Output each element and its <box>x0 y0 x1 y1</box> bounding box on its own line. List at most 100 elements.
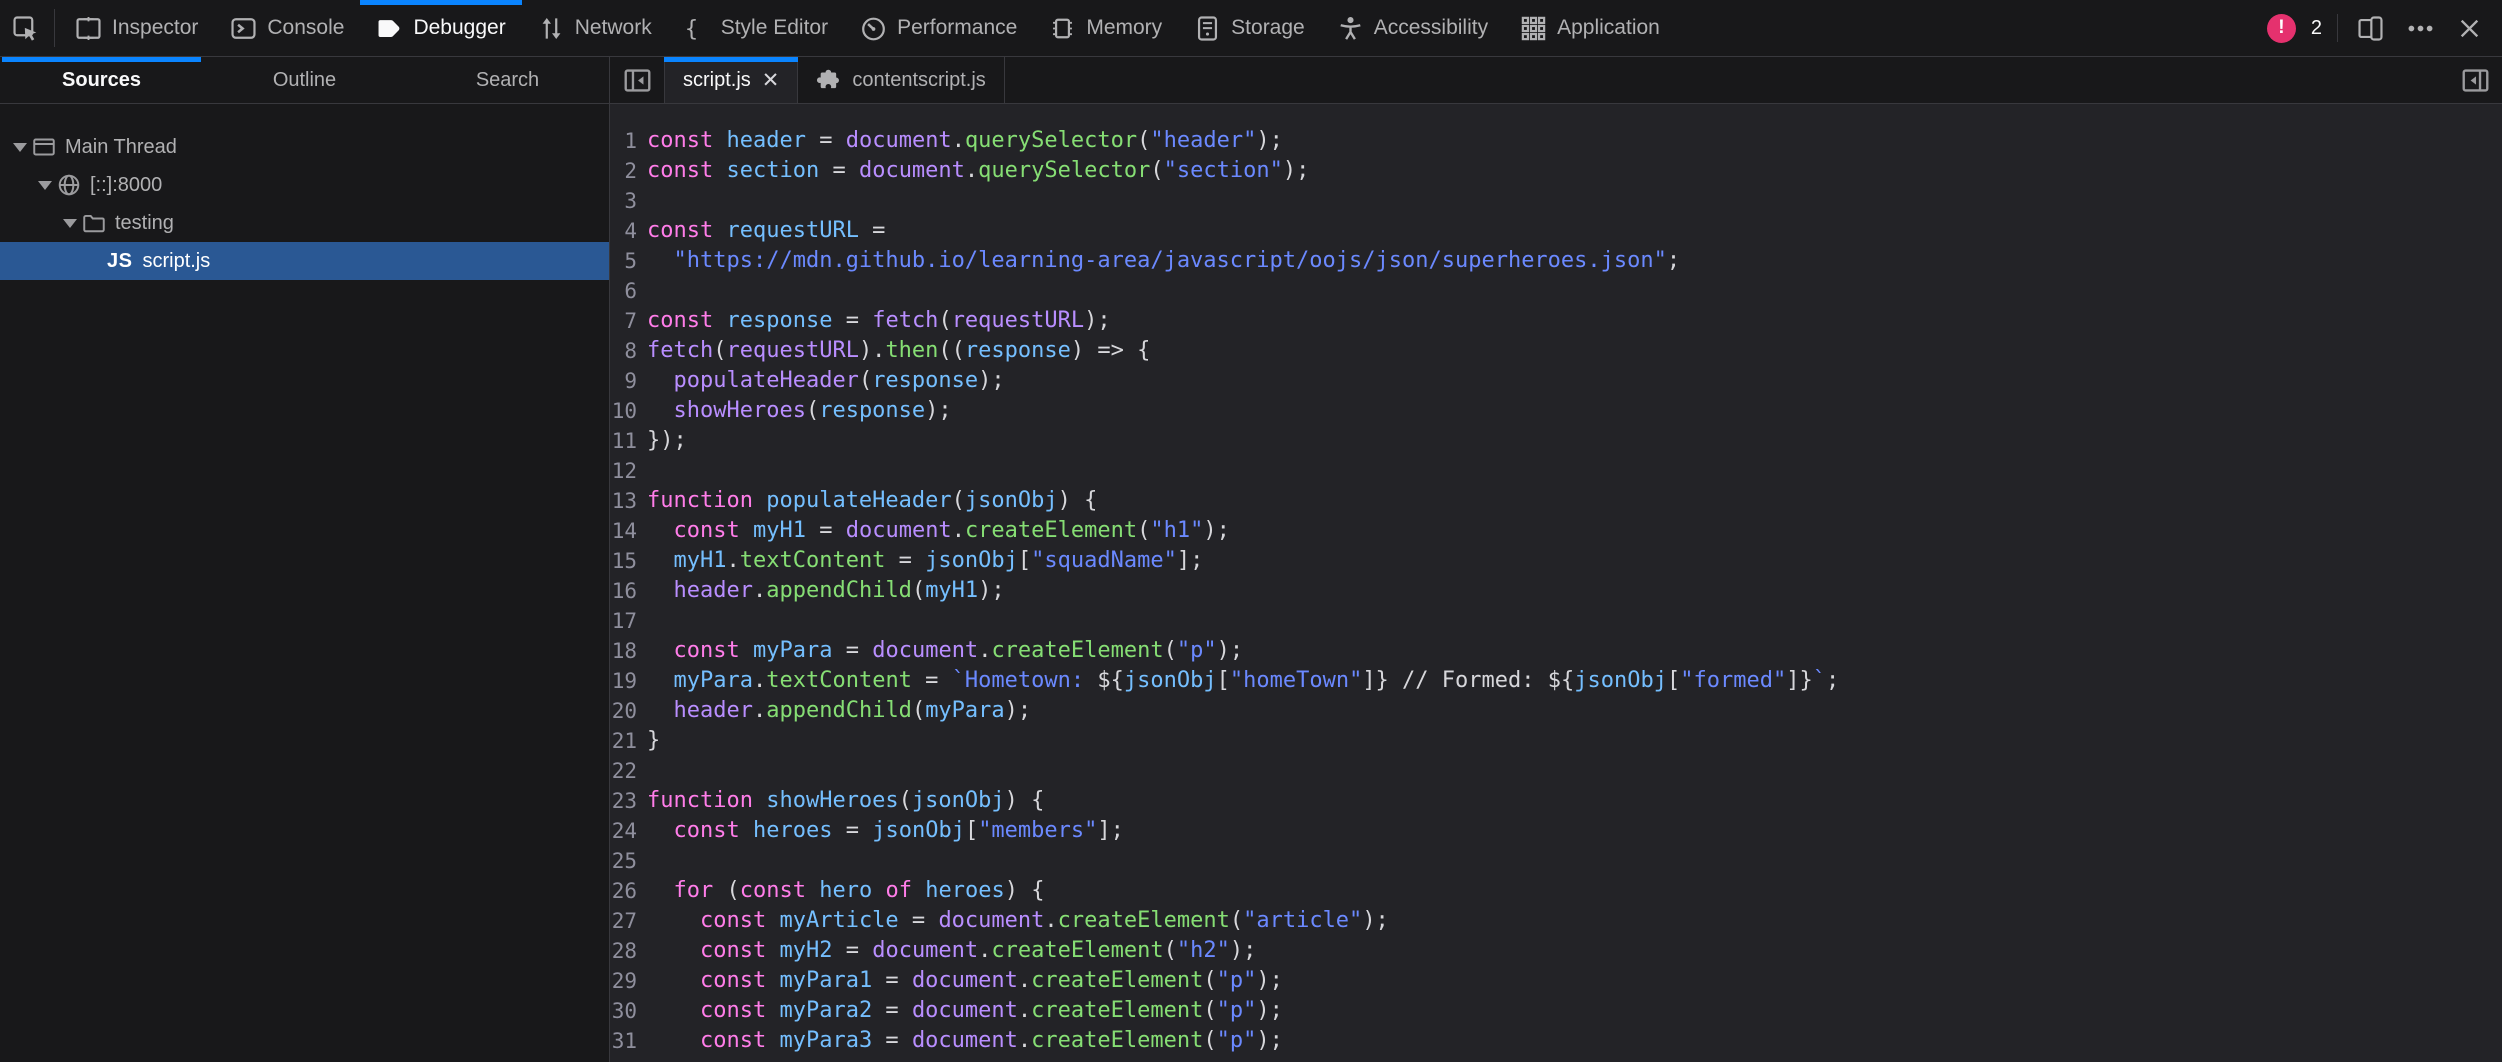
line-number[interactable]: 1 <box>610 126 637 156</box>
code-line-28: 28 const myH2 = document.createElement("… <box>610 936 2502 966</box>
line-number[interactable]: 3 <box>610 186 637 216</box>
line-number[interactable]: 12 <box>610 456 637 486</box>
line-number[interactable]: 18 <box>610 636 637 666</box>
meatball-menu-button[interactable] <box>2403 15 2438 42</box>
code-text: const myArticle = document.createElement… <box>637 906 1389 936</box>
code-line-12: 12 <box>610 456 2502 486</box>
code-text <box>637 276 647 306</box>
toolbar-separator <box>54 9 55 47</box>
line-number[interactable]: 30 <box>610 996 637 1026</box>
code-text: "https://mdn.github.io/learning-area/jav… <box>637 246 1680 276</box>
code-line-19: 19 myPara.textContent = `Hometown: ${jso… <box>610 666 2502 696</box>
tree-item-testing[interactable]: testing <box>0 204 609 242</box>
line-number[interactable]: 22 <box>610 756 637 786</box>
code-line-6: 6 <box>610 276 2502 306</box>
tab-network[interactable]: Network <box>522 0 668 56</box>
tree-item-main-thread[interactable]: Main Thread <box>0 128 609 166</box>
line-number[interactable]: 8 <box>610 336 637 366</box>
tab-debugger[interactable]: Debugger <box>360 0 521 56</box>
line-number[interactable]: 15 <box>610 546 637 576</box>
close-devtools-button[interactable] <box>2453 16 2486 41</box>
error-badge-icon[interactable]: ! <box>2267 14 2296 43</box>
line-number[interactable]: 25 <box>610 846 637 876</box>
line-number[interactable]: 10 <box>610 396 637 426</box>
close-tab-icon[interactable]: ✕ <box>762 70 780 91</box>
line-number[interactable]: 24 <box>610 816 637 846</box>
line-number[interactable]: 14 <box>610 516 637 546</box>
panel-tab-search[interactable]: Search <box>406 57 609 103</box>
code-line-16: 16 header.appendChild(myH1); <box>610 576 2502 606</box>
line-number[interactable]: 4 <box>610 216 637 246</box>
code-text: const header = document.querySelector("h… <box>637 126 1283 156</box>
debugger-subheader: Sources Outline Search script.js ✕ content… <box>0 57 2502 104</box>
line-number[interactable]: 6 <box>610 276 637 306</box>
code-text: const myH2 = document.createElement("h2"… <box>637 936 1256 966</box>
sources-panel-tabs: Sources Outline Search <box>0 57 610 103</box>
line-number[interactable]: 31 <box>610 1026 637 1056</box>
collapse-sources-pane-button[interactable] <box>610 57 664 103</box>
line-number[interactable]: 9 <box>610 366 637 396</box>
code-editor[interactable]: 1const header = document.querySelector("… <box>610 104 2502 1062</box>
panel-tab-label: Outline <box>273 69 336 92</box>
tree-item-script-js[interactable]: JSscript.js <box>0 242 609 280</box>
responsive-design-mode-button[interactable] <box>2353 15 2388 42</box>
tab-memory[interactable]: Memory <box>1033 0 1178 56</box>
panel-tab-outline[interactable]: Outline <box>203 57 406 103</box>
line-number[interactable]: 16 <box>610 576 637 606</box>
pick-element-button[interactable] <box>0 0 50 56</box>
tab-inspector[interactable]: Inspector <box>59 0 214 56</box>
line-number[interactable]: 13 <box>610 486 637 516</box>
code-text <box>637 846 647 876</box>
code-text: showHeroes(response); <box>637 396 952 426</box>
tab-script-js[interactable]: script.js ✕ <box>664 57 798 103</box>
tab-application[interactable]: Application <box>1504 0 1676 56</box>
line-number[interactable]: 2 <box>610 156 637 186</box>
code-text: const response = fetch(requestURL); <box>637 306 1111 336</box>
code-text: function populateHeader(jsonObj) { <box>637 486 1097 516</box>
close-icon <box>2457 16 2482 41</box>
tab-accessibility[interactable]: Accessibility <box>1321 0 1504 56</box>
expand-panes-button[interactable] <box>2448 57 2502 103</box>
line-number[interactable]: 7 <box>610 306 637 336</box>
code-line-21: 21} <box>610 726 2502 756</box>
style-editor-icon: { } <box>684 15 711 42</box>
globe-icon <box>57 173 81 197</box>
line-number[interactable]: 19 <box>610 666 637 696</box>
tab-performance[interactable]: Performance <box>844 0 1033 56</box>
code-line-14: 14 const myH1 = document.createElement("… <box>610 516 2502 546</box>
expand-caret-icon[interactable] <box>58 219 82 228</box>
tab-contentscript-js[interactable]: contentscript.js <box>798 57 1004 103</box>
expand-caret-icon[interactable] <box>8 143 32 152</box>
tab-label: Performance <box>897 16 1017 40</box>
panel-tab-sources[interactable]: Sources <box>0 57 203 103</box>
line-number[interactable]: 28 <box>610 936 637 966</box>
code-text: myPara.textContent = `Hometown: ${jsonOb… <box>637 666 1839 696</box>
tab-storage[interactable]: Storage <box>1178 0 1321 56</box>
panel-tab-label: Sources <box>62 69 141 92</box>
line-number[interactable]: 23 <box>610 786 637 816</box>
code-text: const section = document.querySelector("… <box>637 156 1309 186</box>
application-icon <box>1520 15 1547 42</box>
source-tab-label: contentscript.js <box>852 69 985 92</box>
panel-tab-label: Search <box>476 69 539 92</box>
line-number[interactable]: 20 <box>610 696 637 726</box>
tree-item-label: Main Thread <box>65 136 177 159</box>
tree-item--8000[interactable]: [::]:8000 <box>0 166 609 204</box>
toolbar-right-controls: ! 2 <box>2267 0 2502 56</box>
line-number[interactable]: 29 <box>610 966 637 996</box>
tab-label: Inspector <box>112 16 198 40</box>
code-text: populateHeader(response); <box>637 366 1005 396</box>
line-number[interactable]: 11 <box>610 426 637 456</box>
line-number[interactable]: 27 <box>610 906 637 936</box>
code-text <box>637 186 647 216</box>
svg-text:{ }: { } <box>685 17 711 42</box>
tab-console[interactable]: Console <box>214 0 360 56</box>
line-number[interactable]: 21 <box>610 726 637 756</box>
expand-caret-icon[interactable] <box>33 181 57 190</box>
tree-item-label: testing <box>115 212 174 235</box>
code-text: function showHeroes(jsonObj) { <box>637 786 1044 816</box>
tab-style-editor[interactable]: { }Style Editor <box>668 0 844 56</box>
line-number[interactable]: 5 <box>610 246 637 276</box>
line-number[interactable]: 26 <box>610 876 637 906</box>
line-number[interactable]: 17 <box>610 606 637 636</box>
